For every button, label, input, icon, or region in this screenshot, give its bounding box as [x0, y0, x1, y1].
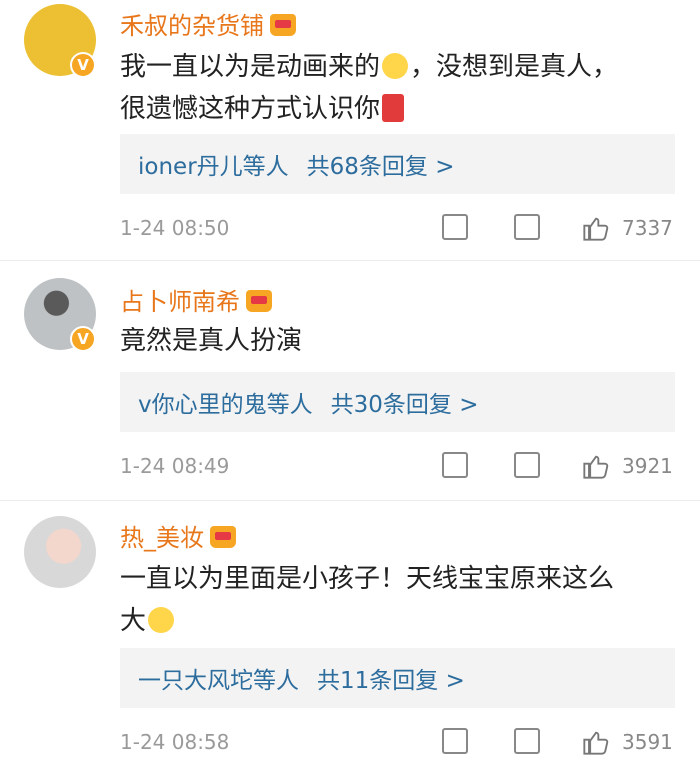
comment-meta: 1-24 08:49 3921: [120, 450, 675, 484]
comment-text: 竟然是真人扮演: [120, 320, 660, 362]
crown-icon: [270, 14, 296, 36]
comment-meta: 1-24 08:58 3591: [120, 726, 675, 760]
share-icon[interactable]: [442, 214, 468, 240]
comment-text: 我一直以为是动画来的 ，没想到是真人， 很遗憾这种方式认识你: [120, 46, 660, 130]
replies-count[interactable]: 共68条回复 >: [307, 147, 455, 181]
like-count: 7337: [622, 216, 673, 240]
thumbs-up-icon[interactable]: [582, 452, 610, 480]
replies-count[interactable]: 共30条回复 >: [331, 385, 479, 419]
like-count: 3921: [622, 454, 673, 478]
timestamp: 1-24 08:50: [120, 216, 230, 240]
username-text[interactable]: 热_美妆: [120, 524, 204, 552]
comment-text-part: 很遗憾这种方式认识你: [120, 94, 381, 124]
candle-icon: [382, 94, 405, 122]
replies-users[interactable]: 一只大风坨等人: [138, 661, 299, 695]
divider: [0, 260, 700, 261]
comment-icon[interactable]: [514, 214, 540, 240]
comment-text: 一直以为里面是小孩子！天线宝宝原来这么 大: [120, 558, 660, 642]
comment-icon[interactable]: [514, 728, 540, 754]
comment-text-part: 一直以为里面是小孩子！天线宝宝原来这么: [120, 564, 615, 594]
replies-count[interactable]: 共11条回复 >: [317, 661, 465, 695]
avatar[interactable]: [24, 516, 96, 588]
replies-summary[interactable]: ioner丹儿等人 共68条回复 >: [120, 134, 675, 194]
username[interactable]: 热_美妆: [120, 518, 236, 553]
share-icon[interactable]: [442, 452, 468, 478]
divider: [0, 500, 700, 501]
verified-badge: V: [70, 326, 96, 352]
comment-text-part: 我一直以为是动画来的: [120, 52, 381, 82]
crown-icon: [210, 526, 236, 548]
thumbs-up-icon[interactable]: [582, 214, 610, 242]
username-text[interactable]: 占卜师南希: [120, 288, 240, 316]
comment-meta: 1-24 08:50 7337: [120, 212, 675, 246]
timestamp: 1-24 08:58: [120, 730, 230, 754]
username[interactable]: 禾叔的杂货铺: [120, 6, 296, 41]
laughing-tears-emoji-icon: [148, 607, 175, 633]
replies-users[interactable]: ioner丹儿等人: [138, 147, 289, 181]
comment-text-part: 竟然是真人扮演: [120, 326, 303, 356]
laughing-tears-emoji-icon: [382, 53, 409, 79]
timestamp: 1-24 08:49: [120, 454, 230, 478]
replies-summary[interactable]: v你心里的鬼等人 共30条回复 >: [120, 372, 675, 432]
verified-badge: V: [70, 52, 96, 78]
username-text[interactable]: 禾叔的杂货铺: [120, 12, 264, 40]
comment-text-part: ，没想到是真人，: [410, 52, 619, 82]
comment-text-part: 大: [120, 606, 147, 636]
comment-icon[interactable]: [514, 452, 540, 478]
share-icon[interactable]: [442, 728, 468, 754]
crown-icon: [246, 290, 272, 312]
like-count: 3591: [622, 730, 673, 754]
replies-summary[interactable]: 一只大风坨等人 共11条回复 >: [120, 648, 675, 708]
username[interactable]: 占卜师南希: [120, 282, 272, 317]
replies-users[interactable]: v你心里的鬼等人: [138, 385, 313, 419]
thumbs-up-icon[interactable]: [582, 728, 610, 756]
